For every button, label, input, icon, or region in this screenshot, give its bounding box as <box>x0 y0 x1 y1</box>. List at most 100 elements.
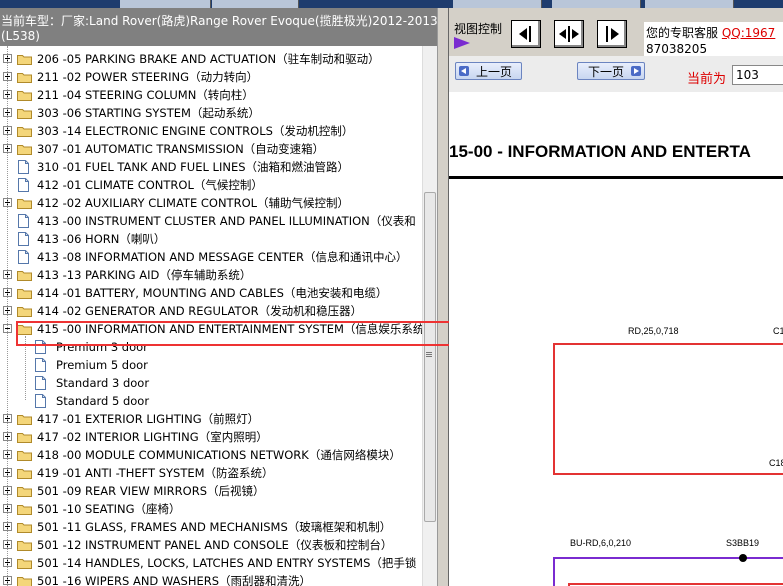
tree-item-label: 303 -14 ELECTRONIC ENGINE CONTROLS（发动机控制… <box>37 124 354 138</box>
document-view: 上一页 下一页 当前为 15-00 - INFORMATION AND ENTE… <box>449 56 783 586</box>
vehicle-model-line2: (L538) <box>1 29 40 43</box>
fit-left-button[interactable] <box>597 20 627 48</box>
folder-icon <box>17 486 32 497</box>
splice-dot <box>739 554 747 562</box>
document-icon <box>18 178 29 192</box>
folder-icon <box>17 306 32 317</box>
tree-item[interactable]: 501 -14 HANDLES, LOCKS, LATCHES AND ENTR… <box>0 554 422 572</box>
tree-item-label: 501 -11 GLASS, FRAMES AND MECHANISMS（玻璃框… <box>37 520 392 534</box>
tree-child-item[interactable]: Premium 5 door <box>0 356 422 374</box>
component-box <box>553 343 783 475</box>
folder-icon <box>17 414 32 425</box>
tree-item-label: 417 -02 INTERIOR LIGHTING（室内照明） <box>37 430 268 444</box>
folder-icon <box>17 576 32 586</box>
tree-item-label: 501 -10 SEATING（座椅） <box>37 502 181 516</box>
tree-item[interactable]: 211 -04 STEERING COLUMN（转向柱） <box>0 86 422 104</box>
tree-item[interactable]: 412 -02 AUXILIARY CLIMATE CONTROL（辅助气候控制… <box>0 194 422 212</box>
document-icon <box>35 394 46 408</box>
folder-icon <box>17 108 32 119</box>
top-tab[interactable] <box>212 0 299 8</box>
folder-icon <box>17 144 32 155</box>
document-icon <box>18 250 29 264</box>
folder-icon <box>17 504 32 515</box>
document-icon <box>18 214 29 228</box>
tree-item-label: 501 -14 HANDLES, LOCKS, LATCHES AND ENTR… <box>37 556 417 570</box>
scrollbar-thumb[interactable] <box>424 192 436 522</box>
tree-item[interactable]: 310 -01 FUEL TANK AND FUEL LINES（油箱和燃油管路… <box>0 158 422 176</box>
folder-icon <box>17 198 32 209</box>
tree-item-label: 206 -05 PARKING BRAKE AND ACTUATION（驻车制动… <box>37 52 380 66</box>
tree-item[interactable]: 501 -10 SEATING（座椅） <box>0 500 422 518</box>
tree-item-label: 413 -06 HORN（喇叭） <box>37 232 166 246</box>
tree-item[interactable]: 419 -01 ANTI -THEFT SYSTEM（防盗系统） <box>0 464 422 482</box>
top-tab[interactable] <box>120 0 211 8</box>
document-icon <box>35 376 46 390</box>
tree-item[interactable]: 413 -13 PARKING AID（停车辅助系统） <box>0 266 422 284</box>
folder-icon <box>17 54 32 65</box>
fit-center-button[interactable] <box>554 20 584 48</box>
tree-guide-line <box>7 46 8 586</box>
pane-splitter[interactable] <box>437 8 449 586</box>
tree-item-label: 414 -01 BATTERY, MOUNTING AND CABLES（电池安… <box>37 286 388 300</box>
tree-item[interactable]: 307 -01 AUTOMATIC TRANSMISSION（自动变速箱） <box>0 140 422 158</box>
tree-item-label: 418 -00 MODULE COMMUNICATIONS NETWORK（通信… <box>37 448 401 462</box>
tree-item[interactable]: 211 -02 POWER STEERING（动力转向） <box>0 68 422 86</box>
document-icon <box>18 160 29 174</box>
document-icon <box>35 358 46 372</box>
tree-item[interactable]: 413 -08 INFORMATION AND MESSAGE CENTER（信… <box>0 248 422 266</box>
top-tab-strip <box>0 0 783 8</box>
folder-icon <box>17 126 32 137</box>
tree-item-label: 501 -09 REAR VIEW MIRRORS（后视镜） <box>37 484 265 498</box>
folder-icon <box>17 72 32 83</box>
tree-item[interactable]: 413 -06 HORN（喇叭） <box>0 230 422 248</box>
vehicle-model-header: 当前车型：厂家:Land Rover(路虎)Range Rover Evoque… <box>0 8 450 46</box>
tree-item-label: Premium 5 door <box>56 358 148 372</box>
align-right-icon <box>519 26 531 42</box>
tree-child-item[interactable]: Standard 3 door <box>0 374 422 392</box>
pointer-arrow-icon <box>454 37 470 49</box>
view-toolbar: 视图控制 您的专职客服 QQ:1967 87038205 <box>449 8 783 56</box>
tree-item-label: 307 -01 AUTOMATIC TRANSMISSION（自动变速箱） <box>37 142 325 156</box>
top-tab[interactable] <box>453 0 542 8</box>
tree-item[interactable]: 501 -16 WIPERS AND WASHERS（雨刮器和清洗） <box>0 572 422 586</box>
top-tab[interactable] <box>645 0 734 8</box>
view-control-label: 视图控制 <box>454 22 503 36</box>
tree-item-label: 211 -02 POWER STEERING（动力转向） <box>37 70 259 84</box>
folder-icon <box>17 270 32 281</box>
highlight-box <box>16 321 478 346</box>
tree-item[interactable]: 414 -02 GENERATOR AND REGULATOR（发动机和稳压器） <box>0 302 422 320</box>
tree-item[interactable]: 413 -00 INSTRUMENT CLUSTER AND PANEL ILL… <box>0 212 422 230</box>
folder-icon <box>17 450 32 461</box>
service-number: 87038205 <box>646 42 708 56</box>
tree-item[interactable]: 417 -01 EXTERIOR LIGHTING（前照灯） <box>0 410 422 428</box>
tree-item-label: 412 -01 CLIMATE CONTROL（气候控制） <box>37 178 263 192</box>
tree-item[interactable]: 412 -01 CLIMATE CONTROL（气候控制） <box>0 176 422 194</box>
tree-item[interactable]: 303 -14 ELECTRONIC ENGINE CONTROLS（发动机控制… <box>0 122 422 140</box>
tree-item[interactable]: 206 -05 PARKING BRAKE AND ACTUATION（驻车制动… <box>0 50 422 68</box>
tree-item-label: 310 -01 FUEL TANK AND FUEL LINES（油箱和燃油管路… <box>37 160 350 174</box>
vehicle-model-line1: 当前车型：厂家:Land Rover(路虎)Range Rover Evoque… <box>1 14 438 28</box>
tree-item[interactable]: 501 -11 GLASS, FRAMES AND MECHANISMS（玻璃框… <box>0 518 422 536</box>
tree-item[interactable]: 417 -02 INTERIOR LIGHTING（室内照明） <box>0 428 422 446</box>
tree-item[interactable]: 501 -09 REAR VIEW MIRRORS（后视镜） <box>0 482 422 500</box>
viewer-pane: 视图控制 您的专职客服 QQ:1967 87038205 上一页 下一页 当前为 <box>449 8 783 586</box>
tree-item[interactable]: 418 -00 MODULE COMMUNICATIONS NETWORK（通信… <box>0 446 422 464</box>
tree-item[interactable]: 501 -12 INSTRUMENT PANEL AND CONSOLE（仪表板… <box>0 536 422 554</box>
top-tab[interactable] <box>552 0 641 8</box>
folder-icon <box>17 288 32 299</box>
section-tree: 206 -05 PARKING BRAKE AND ACTUATION（驻车制动… <box>0 46 422 586</box>
tree-item-label: 413 -00 INSTRUMENT CLUSTER AND PANEL ILL… <box>37 214 416 228</box>
folder-icon <box>17 432 32 443</box>
fit-right-button[interactable] <box>511 20 541 48</box>
tree-item-label: 417 -01 EXTERIOR LIGHTING（前照灯） <box>37 412 260 426</box>
tree-item-label: 303 -06 STARTING SYSTEM（起动系统） <box>37 106 260 120</box>
align-center-icon <box>559 26 579 42</box>
tree-item[interactable]: 414 -01 BATTERY, MOUNTING AND CABLES（电池安… <box>0 284 422 302</box>
tree-item[interactable]: 303 -06 STARTING SYSTEM（起动系统） <box>0 104 422 122</box>
tree-scrollbar[interactable] <box>422 46 438 586</box>
tree-item-label: Standard 5 door <box>56 394 150 408</box>
tree-child-item[interactable]: Standard 5 door <box>0 392 422 410</box>
service-qq-link[interactable]: QQ:1967 <box>722 26 775 40</box>
folder-icon <box>17 540 32 551</box>
tree-item-label: 501 -16 WIPERS AND WASHERS（雨刮器和清洗） <box>37 574 312 586</box>
